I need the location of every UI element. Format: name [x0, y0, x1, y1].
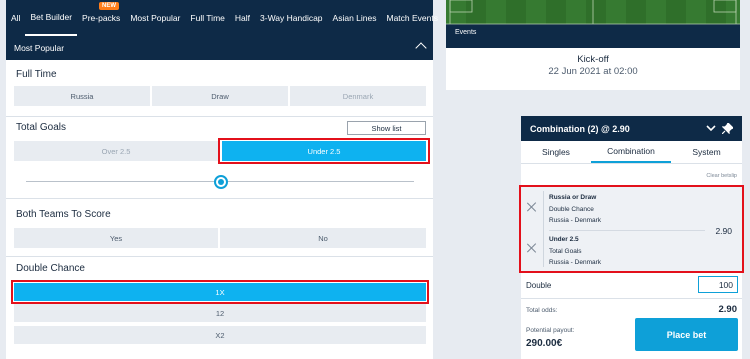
- most-popular-header[interactable]: Most Popular: [6, 36, 433, 60]
- odds-btts-no[interactable]: No: [220, 228, 426, 248]
- divider: [6, 256, 433, 257]
- odds-over-2-5[interactable]: Over 2.5: [14, 141, 218, 161]
- odds-russia[interactable]: Russia: [14, 86, 150, 106]
- divider: [521, 298, 742, 299]
- odds-denmark[interactable]: Denmark: [290, 86, 426, 106]
- markets-panel: Most Popular Full Time Russia Draw Denma…: [6, 36, 433, 359]
- pin-icon[interactable]: [722, 123, 733, 134]
- tab-pre-packs[interactable]: Pre-packs NEW: [77, 0, 125, 36]
- chevron-down-icon[interactable]: [706, 125, 716, 132]
- chevron-up-icon[interactable]: [415, 42, 427, 54]
- market-tabs-bar: All Bet Builder Pre-packs NEW Most Popula…: [6, 0, 438, 36]
- full-time-title: Full Time: [16, 69, 57, 80]
- tab-pre-packs-label: Pre-packs: [82, 13, 121, 23]
- tab-system[interactable]: System: [671, 141, 742, 163]
- divider: [6, 116, 433, 117]
- tab-3way-handicap[interactable]: 3-Way Handicap: [255, 0, 328, 36]
- new-badge: NEW: [99, 2, 120, 10]
- odds-btts-yes[interactable]: Yes: [14, 228, 218, 248]
- tab-all[interactable]: All: [6, 0, 25, 36]
- show-list-button[interactable]: Show list: [347, 121, 426, 135]
- tab-singles[interactable]: Singles: [521, 141, 591, 163]
- highlight-box: [519, 185, 744, 273]
- match-info-card: Events Kick-off 22 Jun 2021 at 02:00: [446, 0, 740, 90]
- btts-title: Both Teams To Score: [16, 209, 111, 220]
- tab-asian-lines[interactable]: Asian Lines: [328, 0, 382, 36]
- odds-draw[interactable]: Draw: [152, 86, 288, 106]
- events-label: Events: [455, 29, 477, 36]
- potential-payout-value: 290.00€: [526, 338, 563, 349]
- pitch-lines: [446, 0, 740, 25]
- stake-input[interactable]: [698, 276, 738, 293]
- total-odds-label: Total odds:: [526, 307, 558, 314]
- clear-betslip-link[interactable]: Clear betslip: [706, 173, 737, 179]
- place-bet-button[interactable]: Place bet: [635, 318, 738, 351]
- betslip-panel: Combination (2) @ 2.90 Singles Combinati…: [519, 116, 744, 359]
- tab-half[interactable]: Half: [230, 0, 255, 36]
- kickoff-datetime: 22 Jun 2021 at 02:00: [548, 66, 638, 77]
- betslip-tabs: Singles Combination System: [521, 141, 742, 164]
- tab-bet-builder[interactable]: Bet Builder: [25, 0, 78, 36]
- betslip-title: Combination (2) @ 2.90: [530, 123, 630, 134]
- divider: [6, 198, 433, 199]
- highlight-box: [11, 280, 429, 304]
- total-goals-title: Total Goals: [16, 122, 67, 133]
- tab-combination[interactable]: Combination: [591, 141, 671, 163]
- double-chance-title: Double Chance: [16, 263, 85, 274]
- pitch-graphic: Events: [446, 0, 740, 48]
- tab-match-events[interactable]: Match Events: [382, 0, 444, 36]
- odds-x2[interactable]: X2: [14, 326, 426, 344]
- tab-full-time[interactable]: Full Time: [185, 0, 229, 36]
- odds-12[interactable]: 12: [14, 304, 426, 322]
- total-odds-value: 2.90: [718, 304, 738, 315]
- highlight-box: [218, 138, 430, 164]
- kickoff-label: Kick-off: [577, 54, 609, 65]
- section-title: Most Popular: [14, 43, 65, 53]
- potential-payout-label: Potential payout:: [526, 327, 575, 334]
- double-label: Double: [526, 281, 552, 290]
- goals-slider-handle[interactable]: [214, 175, 228, 189]
- betslip-header[interactable]: Combination (2) @ 2.90: [521, 116, 742, 141]
- tab-most-popular[interactable]: Most Popular: [125, 0, 185, 36]
